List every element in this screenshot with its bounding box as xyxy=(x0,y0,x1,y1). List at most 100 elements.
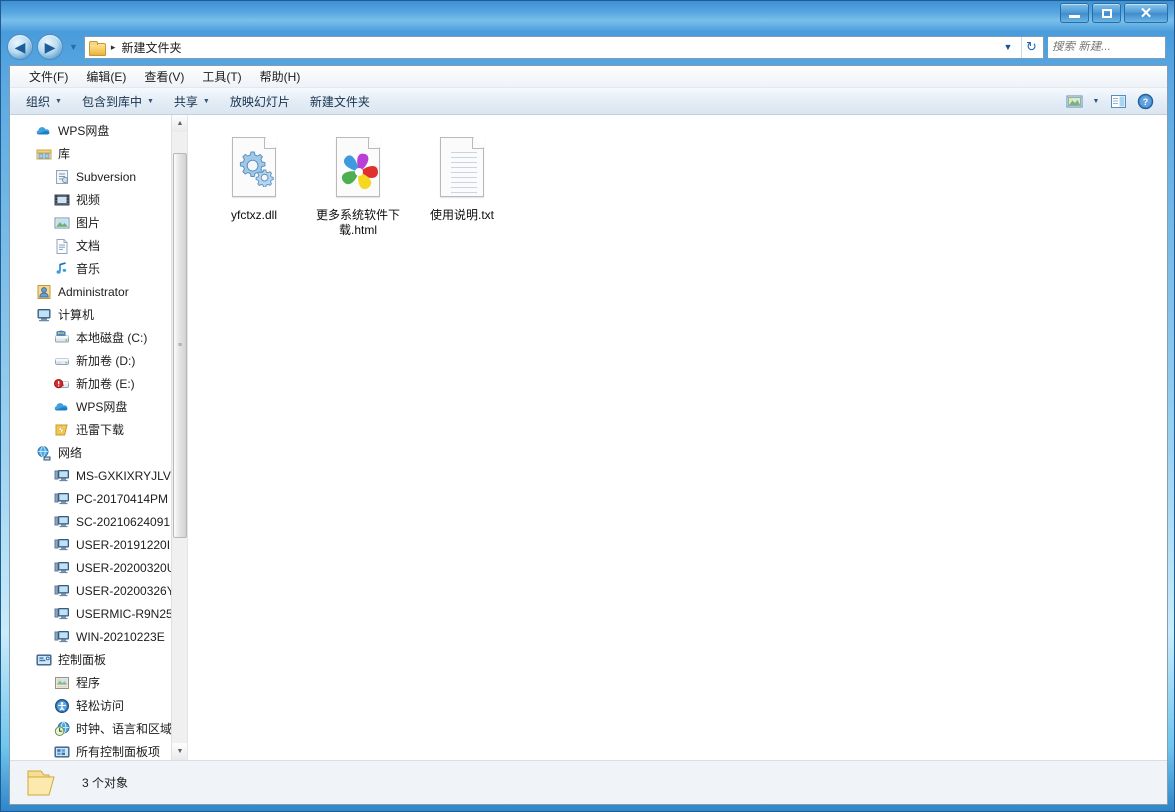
sidebar-item-label: 控制面板 xyxy=(58,653,107,667)
user-icon xyxy=(37,284,51,299)
share-button[interactable]: 共享 ▼ xyxy=(164,89,220,114)
address-bar-row: ◀ ▶ ▼ ▸ 新建文件夹 ▼ ↻ xyxy=(1,31,1175,63)
file-item[interactable]: 使用说明.txt xyxy=(410,131,514,242)
sidebar-item-10[interactable]: 新加卷 (D:) xyxy=(10,349,187,372)
organize-button[interactable]: 组织 ▼ xyxy=(16,89,72,114)
sidebar-item-23[interactable]: 控制面板 xyxy=(10,648,187,671)
menu-edit[interactable]: 编辑(E) xyxy=(77,66,135,87)
title-bar: ✕ xyxy=(1,1,1174,31)
video-icon xyxy=(54,192,70,208)
pc-icon xyxy=(54,469,69,481)
sidebar-item-label: Administrator xyxy=(58,284,129,299)
sidebar-item-26[interactable]: 时钟、语言和区域 xyxy=(10,717,187,740)
pictures-icon xyxy=(54,217,70,228)
forward-arrow-icon: ▶ xyxy=(44,38,56,55)
file-name: 更多系统软件下载.html xyxy=(315,208,400,237)
file-list-pane[interactable]: yfctxz.dll 更多系统软件下载.html 使用说明.txt xyxy=(188,115,1167,760)
sidebar-item-label: 时钟、语言和区域 xyxy=(76,722,173,736)
menu-tools[interactable]: 工具(T) xyxy=(193,66,250,87)
maximize-button[interactable] xyxy=(1092,3,1121,23)
file-icon xyxy=(330,135,386,203)
sidebar-item-22[interactable]: WIN-20210223E xyxy=(10,625,187,648)
sidebar-item-label: 所有控制面板项 xyxy=(76,745,161,759)
pc-icon xyxy=(54,492,69,504)
sidebar-item-label: WPS网盘 xyxy=(76,400,128,414)
menu-view[interactable]: 查看(V) xyxy=(135,66,193,87)
search-box[interactable] xyxy=(1048,35,1175,59)
pc-icon xyxy=(54,629,70,645)
sidebar-item-3[interactable]: 视频 xyxy=(10,188,187,211)
status-bar: 3 个对象 xyxy=(10,760,1167,804)
sidebar-item-2[interactable]: Subversion xyxy=(10,165,187,188)
sidebar-item-label: 轻松访问 xyxy=(76,699,125,713)
sidebar-item-8[interactable]: 计算机 xyxy=(10,303,187,326)
file-item[interactable]: 更多系统软件下载.html xyxy=(306,131,410,242)
cloud-icon xyxy=(54,399,70,415)
refresh-icon[interactable]: ↻ xyxy=(1021,36,1041,58)
sidebar-item-7[interactable]: Administrator xyxy=(10,280,187,303)
sidebar-item-9[interactable]: 本地磁盘 (C:) xyxy=(10,326,187,349)
sidebar-item-19[interactable]: USER-20200320U xyxy=(10,556,187,579)
sidebar-item-14[interactable]: 网络 xyxy=(10,441,187,464)
sidebar-item-20[interactable]: USER-20200326Y xyxy=(10,579,187,602)
slideshow-button[interactable]: 放映幻灯片 xyxy=(220,89,300,114)
maximize-icon xyxy=(1101,8,1112,18)
menu-bar: 文件(F) 编辑(E) 查看(V) 工具(T) 帮助(H) xyxy=(10,66,1167,88)
new-folder-button[interactable]: 新建文件夹 xyxy=(300,89,380,114)
breadcrumb-arrow-icon: ▸ xyxy=(110,41,116,52)
sidebar-item-12[interactable]: WPS网盘 xyxy=(10,395,187,418)
close-button[interactable]: ✕ xyxy=(1124,3,1168,23)
sidebar-item-label: USERMIC-R9N25 xyxy=(76,606,173,621)
sidebar-item-label: 计算机 xyxy=(58,308,95,322)
minimize-button[interactable] xyxy=(1060,3,1089,23)
sidebar-item-label: 音乐 xyxy=(76,262,101,276)
sidebar-item-24[interactable]: 程序 xyxy=(10,671,187,694)
file-item[interactable]: yfctxz.dll xyxy=(202,131,306,242)
sidebar-item-11[interactable]: 新加卷 (E:) xyxy=(10,372,187,395)
view-mode-dropdown[interactable]: ▼ xyxy=(1089,91,1103,112)
recent-pages-caret-icon[interactable]: ▼ xyxy=(67,42,80,52)
forward-button[interactable]: ▶ xyxy=(37,34,63,60)
back-button[interactable]: ◀ xyxy=(7,34,33,60)
help-button[interactable]: ? xyxy=(1133,91,1157,112)
address-dropdown-icon[interactable]: ▼ xyxy=(998,37,1018,58)
sidebar-item-5[interactable]: 文档 xyxy=(10,234,187,257)
search-input[interactable] xyxy=(1052,41,1175,53)
sidebar-item-18[interactable]: USER-20191220I xyxy=(10,533,187,556)
menu-help[interactable]: 帮助(H) xyxy=(251,66,310,87)
client-area: 文件(F) 编辑(E) 查看(V) 工具(T) 帮助(H) 组织 ▼ 包含到库中… xyxy=(9,65,1168,805)
clock-region-icon xyxy=(54,721,70,736)
system-drive-icon xyxy=(54,329,70,346)
status-text: 3 个对象 xyxy=(82,776,129,790)
scroll-up-button[interactable]: ▲ xyxy=(172,115,187,132)
sidebar-item-1[interactable]: 库 xyxy=(10,142,187,165)
file-icon xyxy=(434,135,490,203)
chevron-down-icon: ▼ xyxy=(202,97,210,105)
menu-file[interactable]: 文件(F) xyxy=(20,66,77,87)
sidebar-item-15[interactable]: MS-GXKIXRYJLV xyxy=(10,464,187,487)
sidebar-item-13[interactable]: 迅雷下载 xyxy=(10,418,187,441)
sidebar-scrollbar[interactable]: ▲ ≡ ▼ xyxy=(171,115,187,760)
pc-icon xyxy=(54,584,69,596)
include-in-library-button[interactable]: 包含到库中 ▼ xyxy=(72,89,164,114)
ease-of-access-icon xyxy=(54,698,70,714)
drive-icon xyxy=(54,353,70,369)
sidebar-item-16[interactable]: PC-20170414PM xyxy=(10,487,187,510)
breadcrumb-current[interactable]: 新建文件夹 xyxy=(121,39,181,56)
sidebar-item-25[interactable]: 轻松访问 xyxy=(10,694,187,717)
sidebar-item-label: 图片 xyxy=(76,216,101,230)
address-bar[interactable]: ▸ 新建文件夹 ▼ ↻ xyxy=(83,35,1044,59)
programs-icon xyxy=(55,676,69,689)
scrollbar-thumb[interactable]: ≡ xyxy=(173,153,187,538)
preview-pane-button[interactable] xyxy=(1106,91,1130,112)
sidebar-item-27[interactable]: 所有控制面板项 xyxy=(10,740,187,760)
sidebar-item-6[interactable]: 音乐 xyxy=(10,257,187,280)
scroll-down-button[interactable]: ▼ xyxy=(172,743,187,760)
sidebar-item-21[interactable]: USERMIC-R9N25 xyxy=(10,602,187,625)
sidebar-item-17[interactable]: SC-20210624091 xyxy=(10,510,187,533)
pc-icon xyxy=(54,515,69,527)
sidebar-item-4[interactable]: 图片 xyxy=(10,211,187,234)
command-toolbar: 组织 ▼ 包含到库中 ▼ 共享 ▼ 放映幻灯片 新建文件夹 ▼ ? xyxy=(10,88,1167,115)
sidebar-item-0[interactable]: WPS网盘 xyxy=(10,119,187,142)
view-mode-button[interactable] xyxy=(1062,91,1086,112)
